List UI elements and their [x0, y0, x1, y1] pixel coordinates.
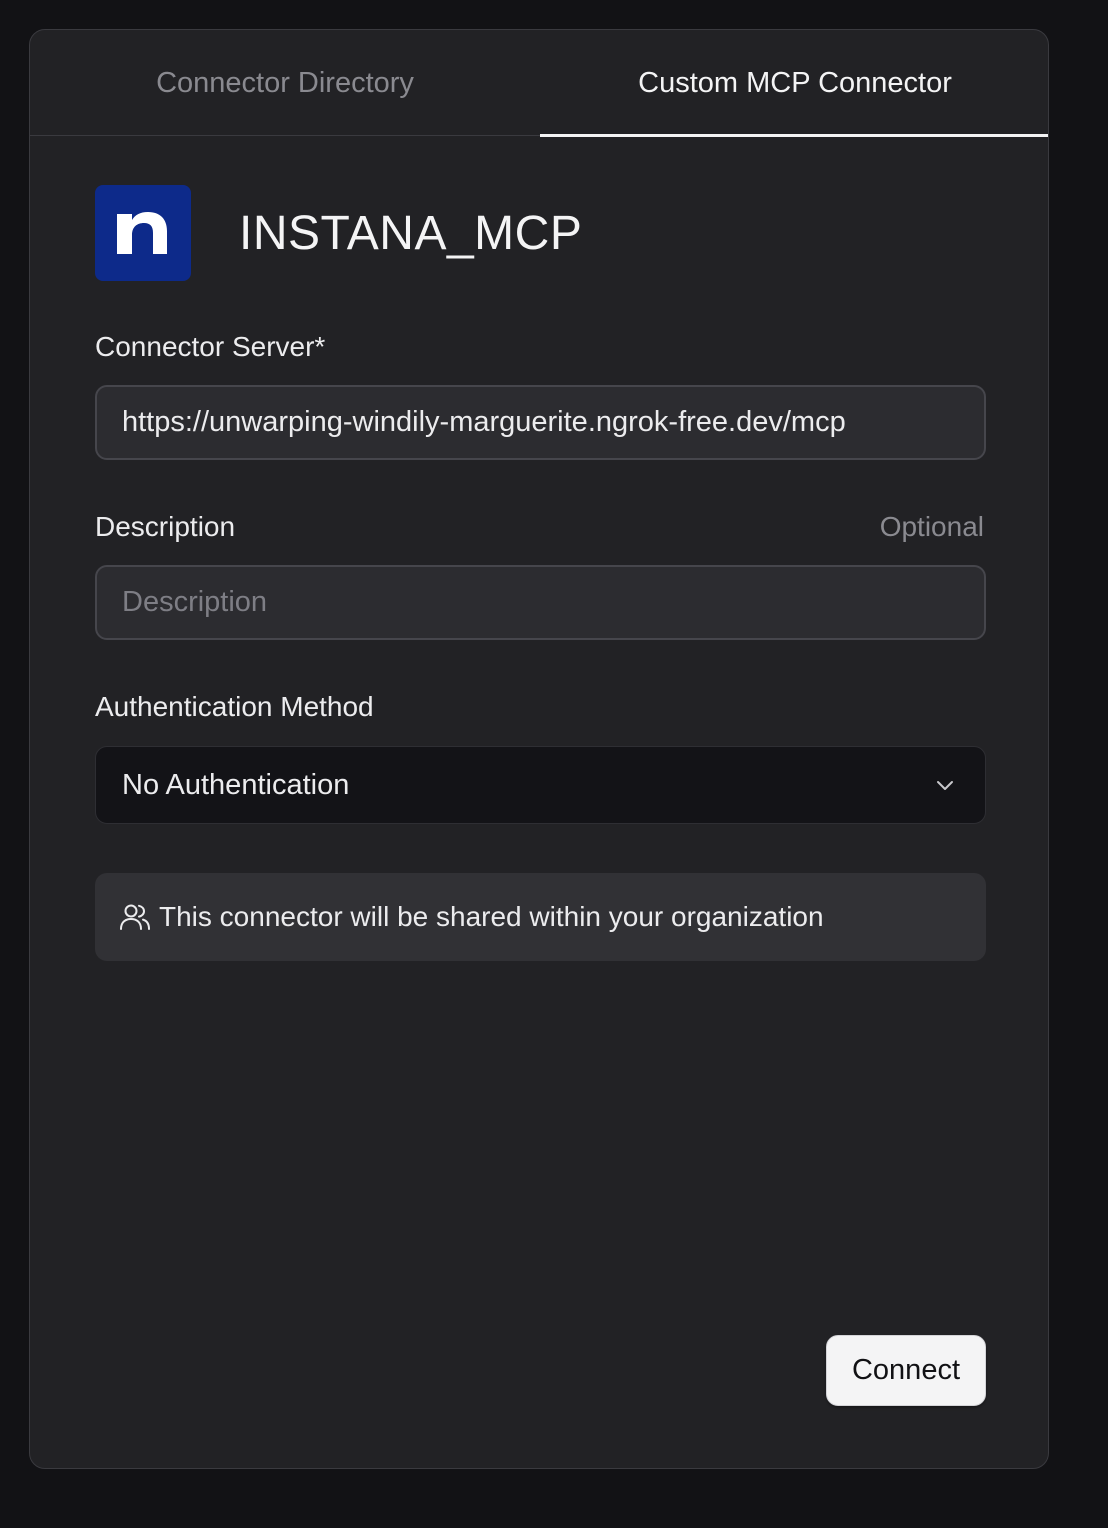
sharing-notice: This connector will be shared within you…: [95, 873, 986, 961]
tab-connector-directory[interactable]: Connector Directory: [30, 30, 540, 136]
description-field[interactable]: [95, 565, 986, 640]
connect-button[interactable]: Connect: [826, 1335, 986, 1406]
n-logo-icon: [117, 212, 167, 254]
add-connector-modal: Connector Directory Custom MCP Connector…: [29, 29, 1049, 1469]
users-icon: [120, 904, 150, 930]
connector-header: INSTANA_MCP: [95, 185, 582, 281]
tab-bar: Connector Directory Custom MCP Connector: [30, 30, 1048, 137]
auth-method-select[interactable]: No Authentication: [95, 746, 986, 824]
sharing-notice-text: This connector will be shared within you…: [159, 901, 824, 932]
connector-name: INSTANA_MCP: [239, 206, 583, 260]
server-field[interactable]: [95, 385, 986, 460]
auth-method-value: No Authentication: [122, 768, 350, 801]
optional-hint: Optional: [879, 511, 984, 542]
tab-custom-mcp-connector[interactable]: Custom MCP Connector: [540, 30, 1048, 137]
server-label: Connector Server*: [95, 331, 326, 362]
chevron-down-icon: [937, 781, 953, 790]
description-input[interactable]: [122, 586, 984, 619]
server-input[interactable]: [122, 406, 984, 439]
auth-method-label: Authentication Method: [95, 691, 374, 722]
connector-logo: [95, 185, 191, 281]
description-label: Description: [95, 511, 236, 542]
